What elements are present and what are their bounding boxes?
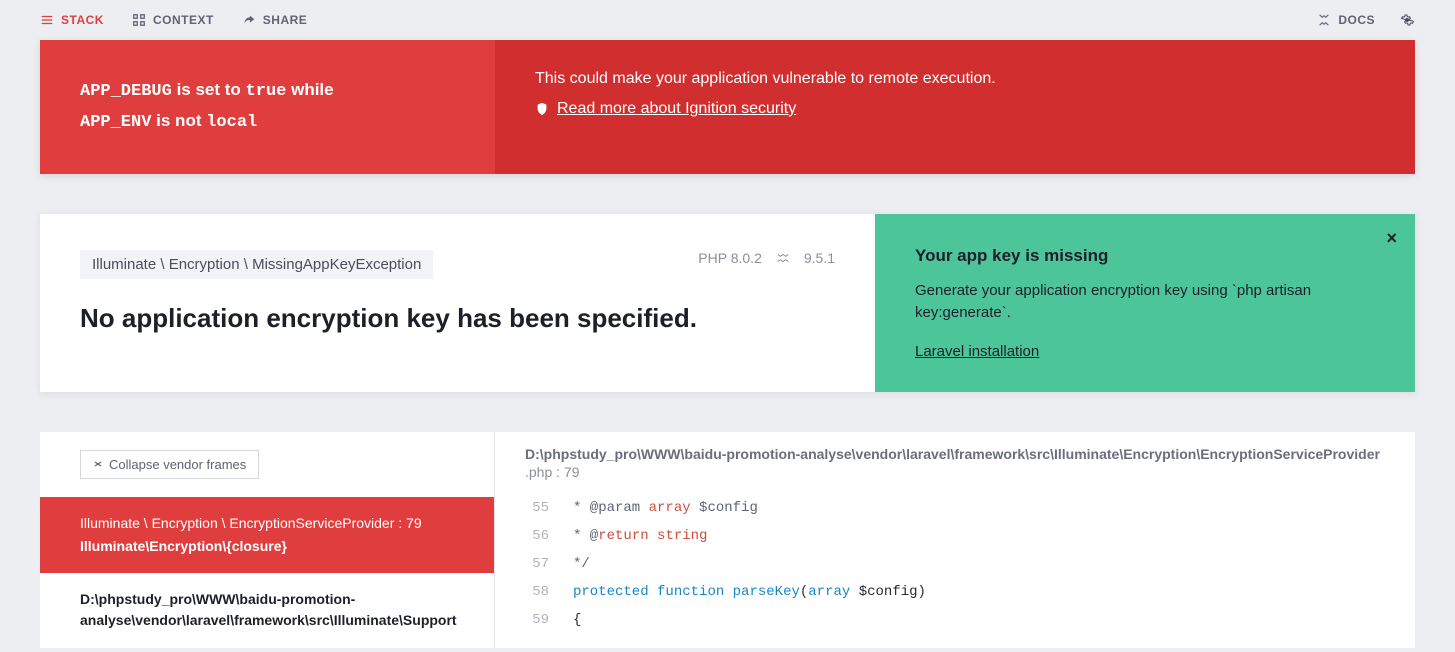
- collapse-vendor-frames-button[interactable]: Collapse vendor frames: [80, 450, 259, 479]
- code-line: 58 protected function parseKey(array $con…: [525, 578, 1385, 606]
- nav-share[interactable]: SHARE: [242, 13, 308, 27]
- solution-link[interactable]: Laravel installation: [915, 343, 1039, 360]
- error-title: No application encryption key has been s…: [80, 303, 835, 334]
- code-content: protected function parseKey(array $confi…: [573, 578, 926, 606]
- warning-security-link[interactable]: Read more about Ignition security: [557, 100, 796, 118]
- line-number: 58: [525, 578, 549, 606]
- code-content: * @return string: [573, 522, 707, 550]
- docs-icon: [1317, 13, 1331, 27]
- security-warning-banner: APP_DEBUG is set to true while APP_ENV i…: [40, 40, 1415, 174]
- solution-title: Your app key is missing: [915, 246, 1375, 266]
- solution-panel: × Your app key is missing Generate your …: [875, 214, 1415, 392]
- nav-context-label: CONTEXT: [153, 13, 214, 27]
- warning-title: APP_DEBUG is set to true while APP_ENV i…: [40, 40, 495, 174]
- shield-icon: [535, 102, 549, 116]
- line-number: 55: [525, 494, 549, 522]
- code-file-line: .php : 79: [525, 464, 1385, 480]
- exception-class: Illuminate \ Encryption \ MissingAppKeyE…: [80, 250, 433, 279]
- share-icon: [242, 13, 256, 27]
- line-number: 59: [525, 606, 549, 634]
- solution-description: Generate your application encryption key…: [915, 280, 1375, 325]
- nav-docs[interactable]: DOCS: [1317, 13, 1375, 27]
- stack-icon: [40, 13, 54, 27]
- frame-function: Illuminate\Encryption\{closure}: [80, 536, 454, 557]
- nav-docs-label: DOCS: [1338, 13, 1375, 27]
- code-content: */: [573, 550, 590, 578]
- collapse-icon: [93, 459, 103, 469]
- code-line: 59 {: [525, 606, 1385, 634]
- nav-stack-label: STACK: [61, 13, 104, 27]
- code-line: 57 */: [525, 550, 1385, 578]
- code-line: 56 * @return string: [525, 522, 1385, 550]
- context-icon: [132, 13, 146, 27]
- stack-frame[interactable]: D:\phpstudy_pro\WWW\baidu-promotion-anal…: [40, 573, 494, 647]
- settings-icon[interactable]: [1399, 12, 1415, 28]
- nav-context[interactable]: CONTEXT: [132, 13, 214, 27]
- code-line: 55 * @param array $config: [525, 494, 1385, 522]
- collapse-label: Collapse vendor frames: [109, 457, 246, 472]
- nav-stack[interactable]: STACK: [40, 13, 104, 27]
- stack-trace-section: Collapse vendor frames Illuminate \ Encr…: [40, 432, 1415, 648]
- warning-description: This could make your application vulnera…: [495, 40, 1415, 174]
- line-number: 57: [525, 550, 549, 578]
- code-content: {: [573, 606, 581, 634]
- nav-share-label: SHARE: [263, 13, 308, 27]
- code-panel: D:\phpstudy_pro\WWW\baidu-promotion-anal…: [495, 432, 1415, 648]
- close-icon[interactable]: ×: [1386, 228, 1397, 249]
- laravel-icon: [776, 251, 790, 265]
- warning-text: This could make your application vulnera…: [535, 70, 1375, 88]
- code-content: * @param array $config: [573, 494, 758, 522]
- line-number: 56: [525, 522, 549, 550]
- frame-path: D:\phpstudy_pro\WWW\baidu-promotion-anal…: [80, 589, 454, 631]
- php-version: PHP 8.0.2: [698, 250, 762, 266]
- stack-frames-sidebar: Collapse vendor frames Illuminate \ Encr…: [40, 432, 495, 648]
- stack-frame-active[interactable]: Illuminate \ Encryption \ EncryptionServ…: [40, 497, 494, 573]
- frame-namespace: Illuminate \ Encryption \ EncryptionServ…: [80, 513, 454, 534]
- laravel-version: 9.5.1: [804, 250, 835, 266]
- code-file-path: D:\phpstudy_pro\WWW\baidu-promotion-anal…: [525, 446, 1385, 462]
- error-card: Illuminate \ Encryption \ MissingAppKeyE…: [40, 214, 1415, 392]
